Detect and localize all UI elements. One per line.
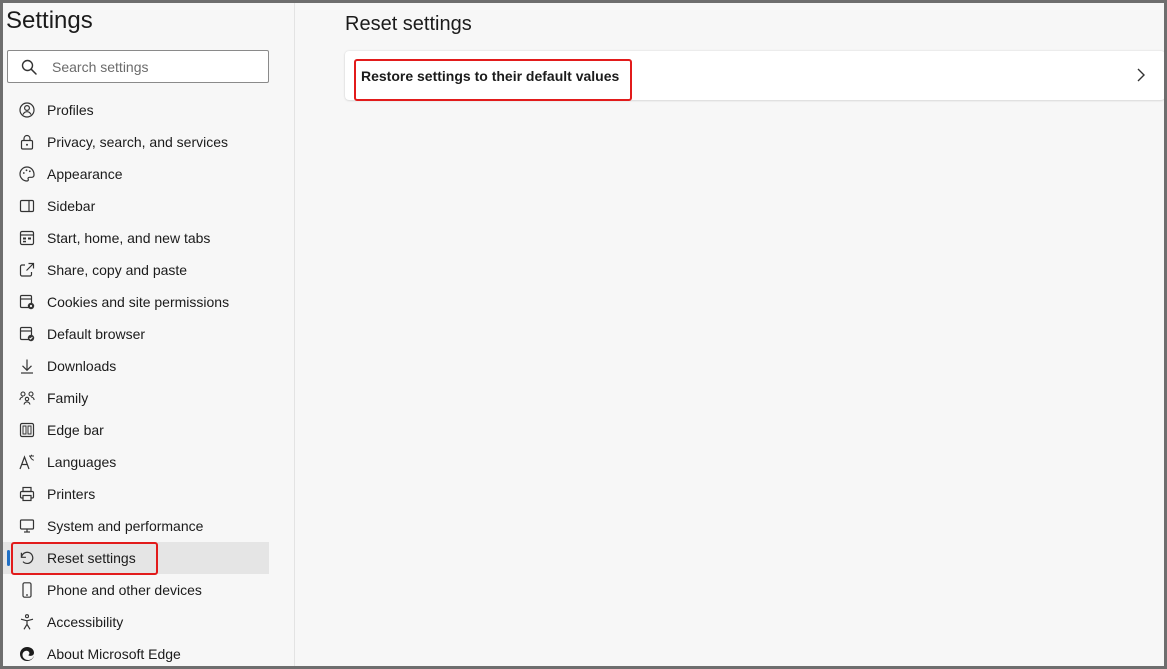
sidebar-item-cookies[interactable]: Cookies and site permissions [3,286,269,318]
sidebar-item-label: Sidebar [47,198,96,214]
sidebar-item-label: Printers [47,486,96,502]
sidebar-item-label: Share, copy and paste [47,262,188,278]
sidebar-item-label: Family [47,390,89,406]
reset-icon [17,548,37,568]
sidebar-item-sidebar[interactable]: Sidebar [3,190,269,222]
page-title: Reset settings [345,13,472,35]
sidebar-item-label: Edge bar [47,422,104,438]
sidebar-item-privacy[interactable]: Privacy, search, and services [3,126,269,158]
sidebar-item-start-home[interactable]: Start, home, and new tabs [3,222,269,254]
sidebar-item-label: Accessibility [47,614,124,630]
browser-icon [17,324,37,344]
palette-icon [17,164,37,184]
sidebar-item-downloads[interactable]: Downloads [3,350,269,382]
sidebar-item-label: Profiles [47,102,94,118]
system-icon [17,516,37,536]
sidebar-item-label: Downloads [47,358,117,374]
restore-defaults-label: Restore settings to their default values [361,67,620,84]
sidebar-item-label: System and performance [47,518,204,534]
sidebar-item-about-edge[interactable]: About Microsoft Edge [3,638,269,666]
sidebar-item-label: Phone and other devices [47,582,202,598]
app-title: Settings [6,7,93,34]
sidebar-item-label: Reset settings [47,550,136,566]
sidebar-item-label: Start, home, and new tabs [47,230,211,246]
sidebar-item-label: Default browser [47,326,146,342]
sidebar-icon [17,196,37,216]
cookies-icon [17,292,37,312]
sidebar-item-languages[interactable]: Languages [3,446,269,478]
settings-window: Settings Profiles Privacy, search, and s… [0,0,1167,669]
sidebar-item-label: Cookies and site permissions [47,294,230,310]
accessibility-icon [17,612,37,632]
profile-icon [17,100,37,120]
settings-nav: Profiles Privacy, search, and services A… [3,94,295,666]
main-content: Reset settings Restore settings to their… [296,3,1164,666]
sidebar-item-profiles[interactable]: Profiles [3,94,269,126]
printer-icon [17,484,37,504]
download-icon [17,356,37,376]
sidebar-item-share[interactable]: Share, copy and paste [3,254,269,286]
sidebar-item-reset-settings[interactable]: Reset settings [3,542,269,574]
languages-icon [17,452,37,472]
sidebar-item-phone[interactable]: Phone and other devices [3,574,269,606]
sidebar-item-family[interactable]: Family [3,382,269,414]
phone-icon [17,580,37,600]
sidebar-item-label: Languages [47,454,117,470]
sidebar-item-system[interactable]: System and performance [3,510,269,542]
sidebar-item-default-browser[interactable]: Default browser [3,318,269,350]
edge-logo-icon [17,644,37,664]
home-tabs-icon [17,228,37,248]
sidebar-item-label: About Microsoft Edge [47,646,181,662]
lock-icon [17,132,37,152]
chevron-right-icon [1135,67,1147,83]
restore-defaults-card[interactable]: Restore settings to their default values [345,51,1164,100]
sidebar: Settings Profiles Privacy, search, and s… [3,3,295,666]
share-icon [17,260,37,280]
edge-bar-icon [17,420,37,440]
sidebar-item-printers[interactable]: Printers [3,478,269,510]
search-input[interactable] [52,51,262,82]
sidebar-item-label: Privacy, search, and services [47,134,229,150]
search-box[interactable] [7,50,269,83]
sidebar-item-accessibility[interactable]: Accessibility [3,606,269,638]
sidebar-item-appearance[interactable]: Appearance [3,158,269,190]
family-icon [17,388,37,408]
sidebar-item-label: Appearance [47,166,123,182]
search-icon [20,58,38,76]
sidebar-item-edge-bar[interactable]: Edge bar [3,414,269,446]
